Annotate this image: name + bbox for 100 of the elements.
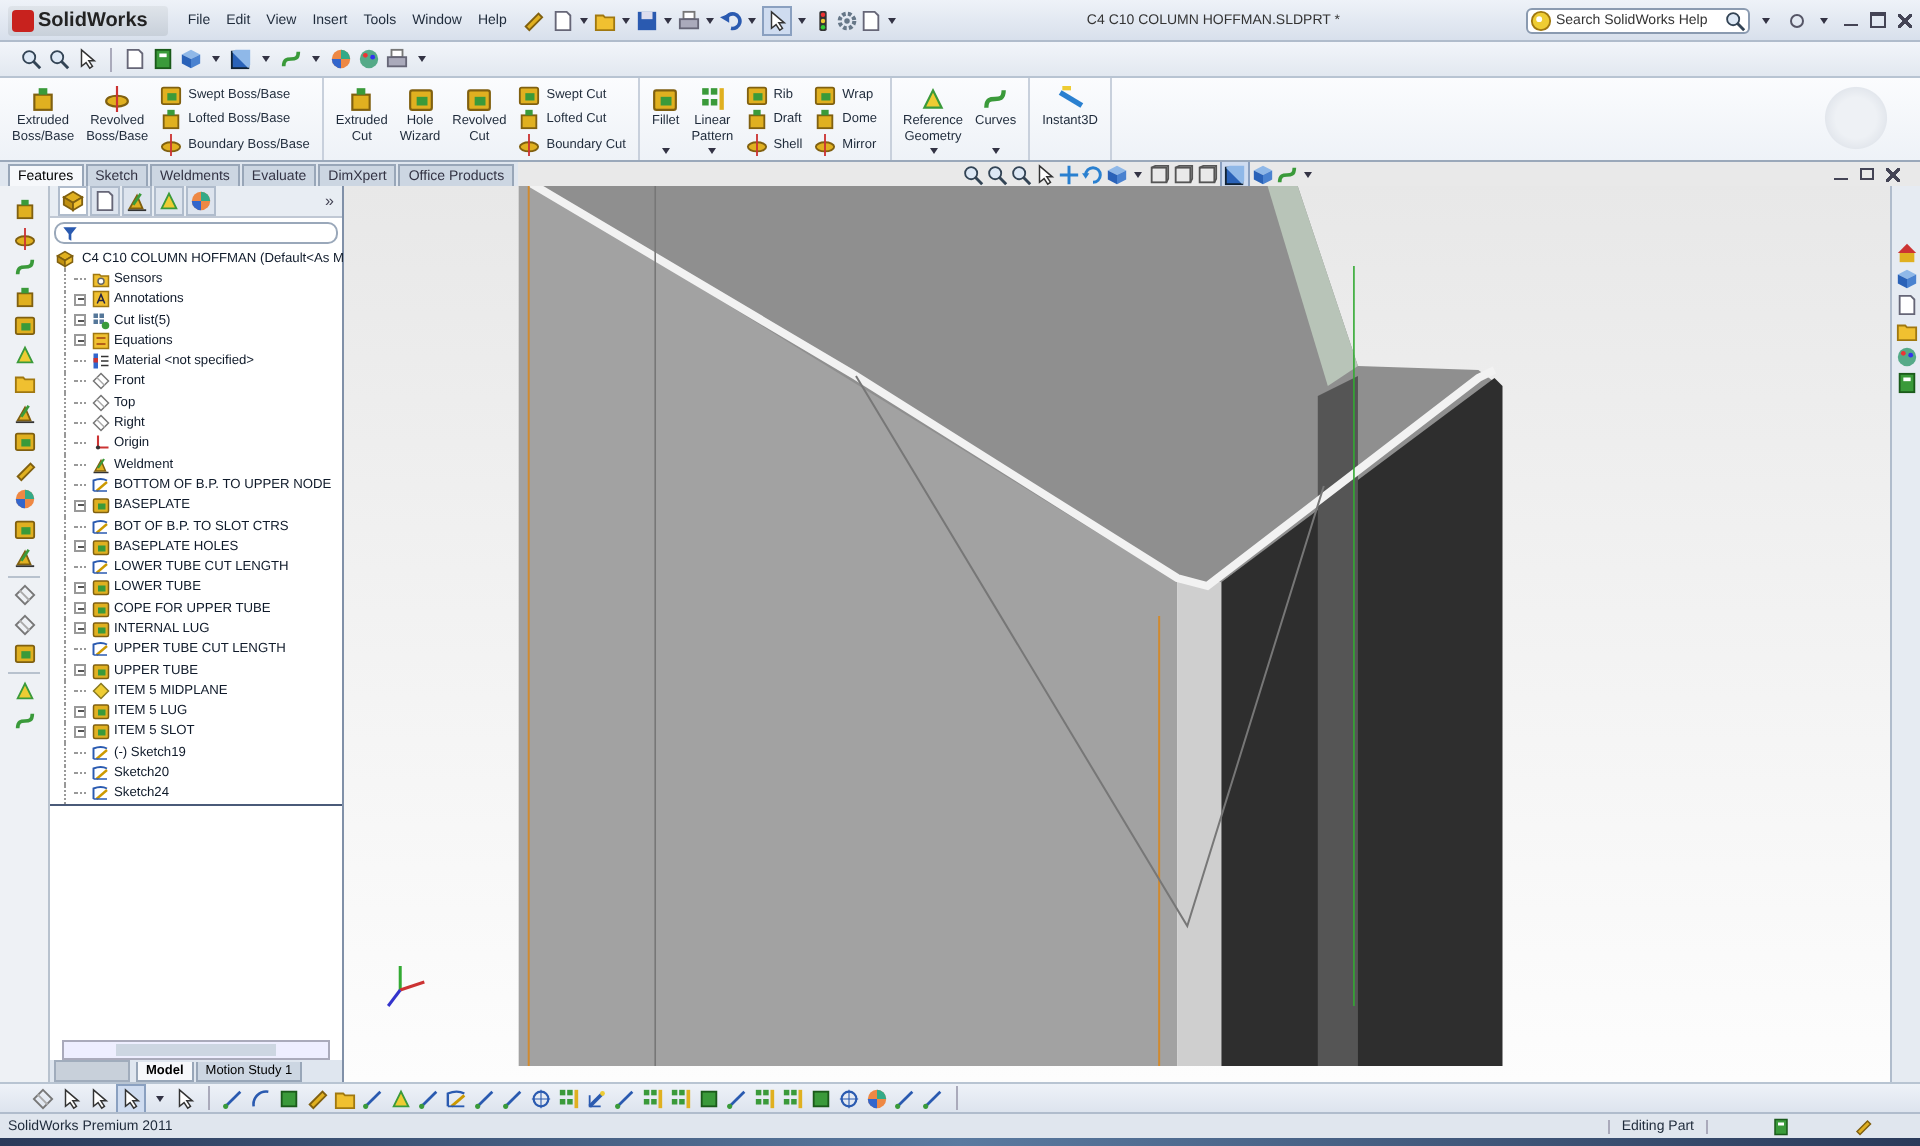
cube-icon[interactable] xyxy=(180,48,202,70)
cursor-icon[interactable] xyxy=(174,1087,196,1109)
printer-icon[interactable] xyxy=(386,48,408,70)
caret-icon[interactable] xyxy=(708,148,717,154)
panel-tab[interactable] xyxy=(154,186,184,216)
caret-icon[interactable] xyxy=(622,17,631,23)
rectangle-tool-icon[interactable] xyxy=(278,1087,300,1109)
expand-button[interactable]: » xyxy=(325,192,334,210)
document-icon[interactable] xyxy=(1895,294,1917,316)
line-tool-icon[interactable] xyxy=(418,1087,440,1109)
panel-tab[interactable] xyxy=(58,186,88,216)
circle-tool-icon[interactable] xyxy=(838,1087,860,1109)
caret-icon[interactable] xyxy=(212,56,220,62)
reference-geometry-icon[interactable] xyxy=(13,343,35,365)
line-tool-icon[interactable] xyxy=(922,1087,944,1109)
line-tool-icon[interactable] xyxy=(222,1087,244,1109)
caret-icon[interactable] xyxy=(312,56,320,62)
filter-field[interactable] xyxy=(54,222,338,244)
expand-icon[interactable] xyxy=(74,334,86,347)
pattern-icon[interactable] xyxy=(754,1087,776,1109)
caret-icon[interactable] xyxy=(661,148,670,154)
rectangle-tool-icon[interactable] xyxy=(810,1087,832,1109)
caret-icon[interactable] xyxy=(664,17,673,23)
settings-icon[interactable] xyxy=(836,9,859,31)
caret-icon[interactable] xyxy=(262,56,270,62)
circle-tool-icon[interactable] xyxy=(530,1087,552,1109)
caret-icon[interactable] xyxy=(888,17,897,23)
cursor-icon[interactable] xyxy=(1034,163,1056,185)
expand-icon[interactable] xyxy=(74,540,86,553)
extrude-icon[interactable] xyxy=(13,285,35,307)
book-icon[interactable] xyxy=(1772,1117,1790,1135)
curve-icon[interactable] xyxy=(13,709,35,731)
cursor-icon[interactable] xyxy=(76,48,98,70)
select-button[interactable] xyxy=(762,5,793,35)
rectangle-tool-icon[interactable] xyxy=(698,1087,720,1109)
caret-icon[interactable] xyxy=(706,17,715,23)
cube-icon[interactable] xyxy=(1252,163,1274,185)
book-icon[interactable] xyxy=(1895,372,1917,394)
caret-icon[interactable] xyxy=(156,1095,164,1101)
zoom-icon[interactable] xyxy=(962,163,984,185)
revolve-icon[interactable] xyxy=(13,227,35,249)
maximize-icon[interactable] xyxy=(1870,12,1886,28)
plane-icon[interactable] xyxy=(13,584,35,606)
restore-icon[interactable] xyxy=(1860,168,1874,180)
expand-icon[interactable] xyxy=(74,499,86,512)
book-icon[interactable] xyxy=(152,48,174,70)
select-button[interactable] xyxy=(116,1083,146,1113)
expand-icon[interactable] xyxy=(74,581,86,594)
line-tool-icon[interactable] xyxy=(502,1087,524,1109)
expand-icon[interactable] xyxy=(74,314,86,327)
close-icon[interactable] xyxy=(1898,13,1912,27)
curve-icon[interactable] xyxy=(280,48,302,70)
zoom-icon[interactable] xyxy=(986,163,1008,185)
plane-icon[interactable] xyxy=(13,613,35,635)
caret-icon[interactable] xyxy=(1134,171,1142,177)
expand-icon[interactable] xyxy=(74,705,86,718)
panel-tab[interactable] xyxy=(186,186,216,216)
sketch-icon[interactable] xyxy=(446,1087,468,1109)
feature-icon[interactable] xyxy=(13,430,35,452)
line-tool-icon[interactable] xyxy=(614,1087,636,1109)
undo-icon[interactable] xyxy=(720,9,743,31)
zoom-icon[interactable] xyxy=(48,48,70,70)
panel-tab[interactable] xyxy=(122,186,152,216)
document-icon[interactable] xyxy=(552,9,575,31)
reference-geometry-icon[interactable] xyxy=(13,680,35,702)
weldment-icon[interactable] xyxy=(13,546,35,568)
pattern-icon[interactable] xyxy=(670,1087,692,1109)
caret-icon[interactable] xyxy=(798,17,807,23)
cursor-icon[interactable] xyxy=(88,1087,110,1109)
caret-icon[interactable] xyxy=(1820,17,1828,23)
expand-icon[interactable] xyxy=(74,622,86,635)
plane-icon[interactable] xyxy=(32,1087,54,1109)
expand-icon[interactable] xyxy=(74,664,86,677)
pattern-icon[interactable] xyxy=(558,1087,580,1109)
pattern-icon[interactable] xyxy=(782,1087,804,1109)
curve-icon[interactable] xyxy=(13,256,35,278)
sphere-icon[interactable] xyxy=(866,1087,888,1109)
pattern-icon[interactable] xyxy=(642,1087,664,1109)
wireframe-icon[interactable] xyxy=(1196,163,1218,185)
save-icon[interactable] xyxy=(636,9,659,31)
panel-tab[interactable] xyxy=(90,186,120,216)
home-icon[interactable] xyxy=(1895,242,1917,264)
caret-icon[interactable] xyxy=(580,17,589,23)
line-tool-icon[interactable] xyxy=(894,1087,916,1109)
caret-icon[interactable] xyxy=(1304,171,1312,177)
expand-icon[interactable] xyxy=(74,725,86,738)
caret-icon[interactable] xyxy=(1762,17,1770,23)
arc-tool-icon[interactable] xyxy=(250,1087,272,1109)
cursor-icon[interactable] xyxy=(60,1087,82,1109)
zoom-icon[interactable] xyxy=(1010,163,1032,185)
caret-icon[interactable] xyxy=(418,56,426,62)
extrude-icon[interactable] xyxy=(13,198,35,220)
feature-icon[interactable] xyxy=(13,517,35,539)
palette-icon[interactable] xyxy=(1895,346,1917,368)
caret-icon[interactable] xyxy=(748,17,757,23)
shaded-cube-icon[interactable] xyxy=(230,48,252,70)
sphere-icon[interactable] xyxy=(330,48,352,70)
palette-icon[interactable] xyxy=(358,48,380,70)
line-tool-icon[interactable] xyxy=(726,1087,748,1109)
document-icon[interactable] xyxy=(124,48,146,70)
